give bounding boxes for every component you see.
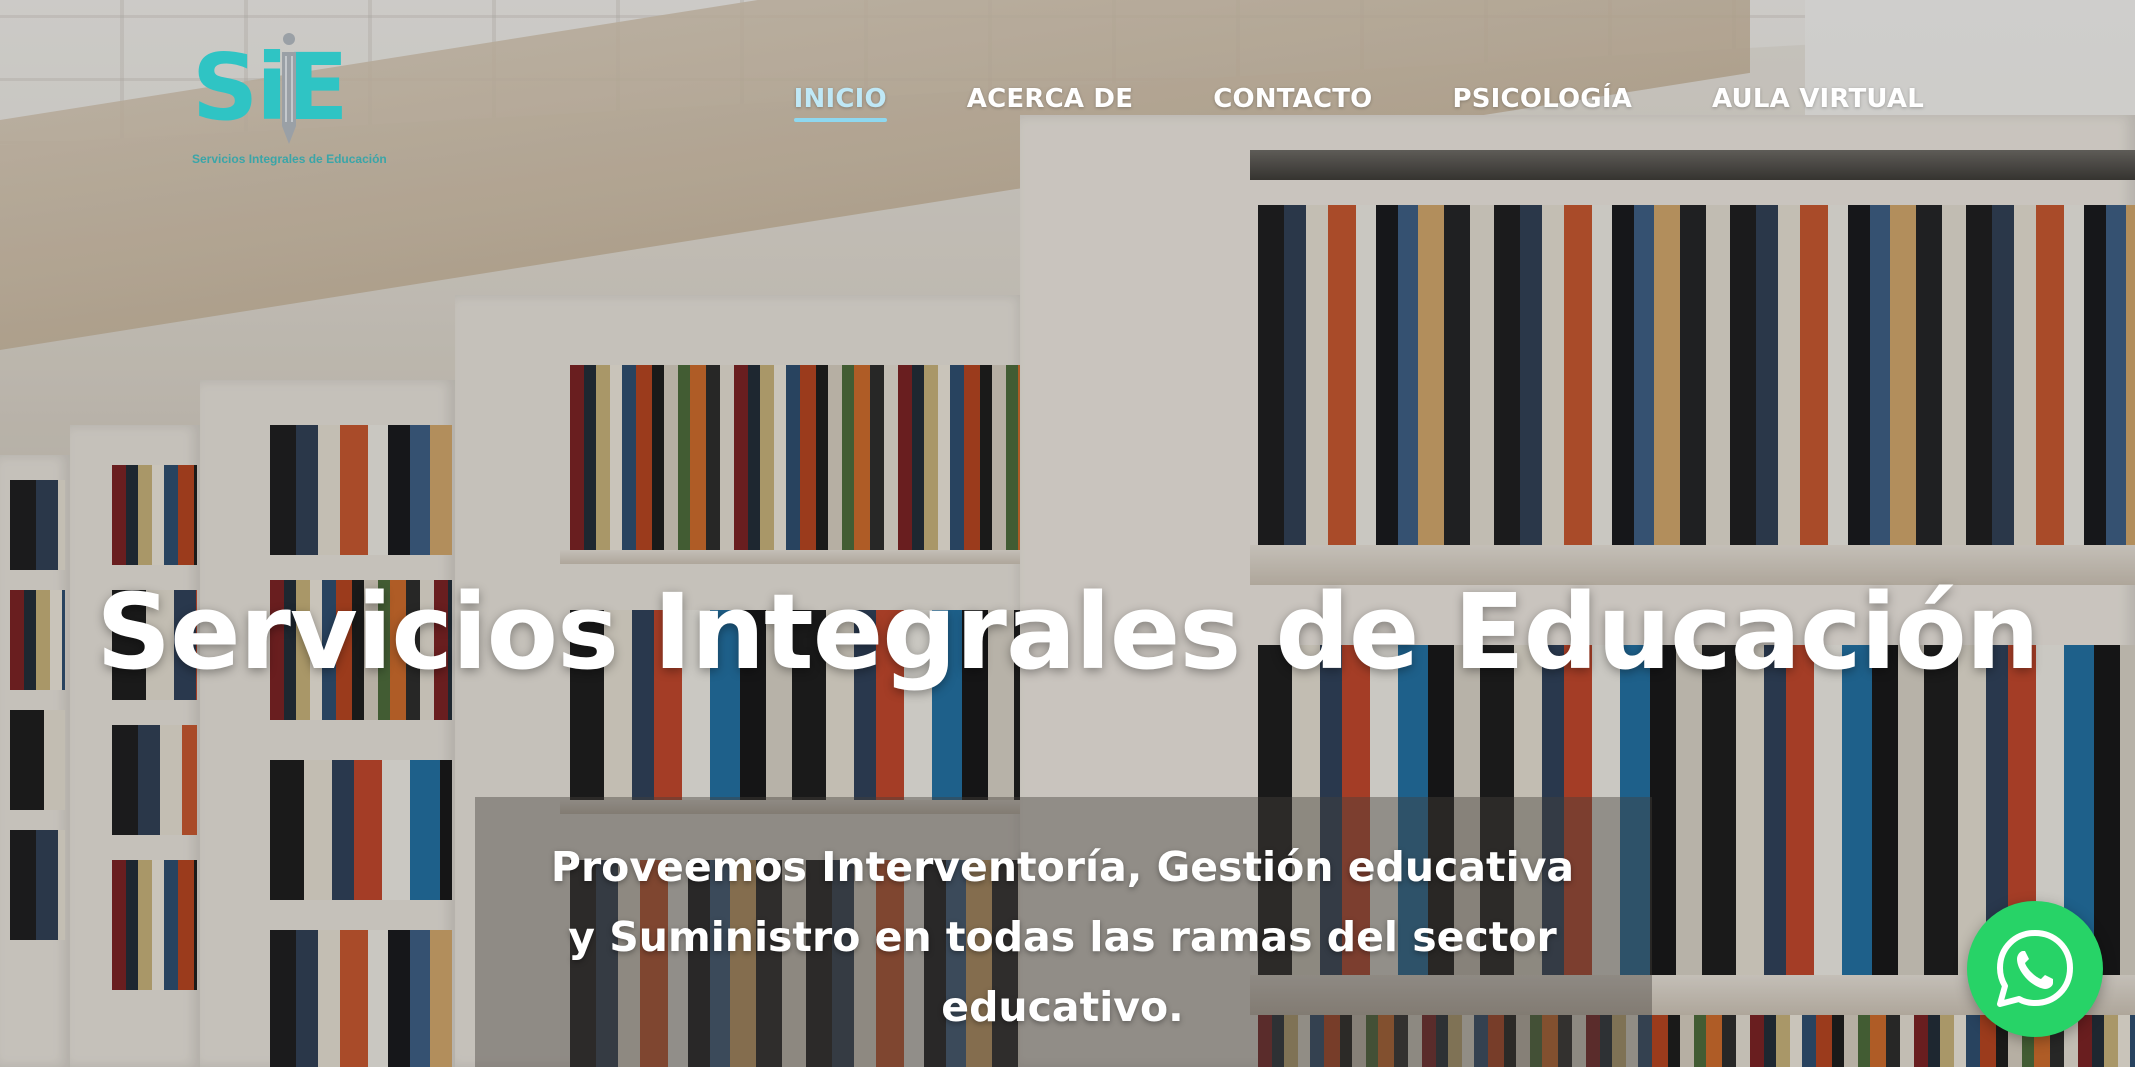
main-nav: INICIO ACERCA DE CONTACTO PSICOLOGÍA AUL… [793,84,1924,122]
nav-item-contacto[interactable]: CONTACTO [1213,84,1372,122]
hero-subtitle: Proveemos Interventoría, Gestión educati… [550,843,1575,1031]
pencil-icon [282,33,296,144]
hero-title: Servicios Integrales de Educación [96,571,2040,693]
whatsapp-icon [1997,930,2073,1007]
nav-item-acerca-de[interactable]: ACERCA DE [967,84,1133,122]
logo-tagline: Servicios Integrales de Educación [192,152,387,166]
page: SiE Servicios Integrales de Educación IN… [0,0,2135,1067]
site-logo[interactable]: SiE Servicios Integrales de Educación [192,30,392,170]
whatsapp-button[interactable] [1967,901,2103,1037]
nav-item-psicologia[interactable]: PSICOLOGÍA [1453,84,1633,122]
logo-letters: SiE [192,34,349,141]
nav-item-aula-virtual[interactable]: AULA VIRTUAL [1712,84,1924,122]
nav-item-inicio[interactable]: INICIO [793,84,887,122]
